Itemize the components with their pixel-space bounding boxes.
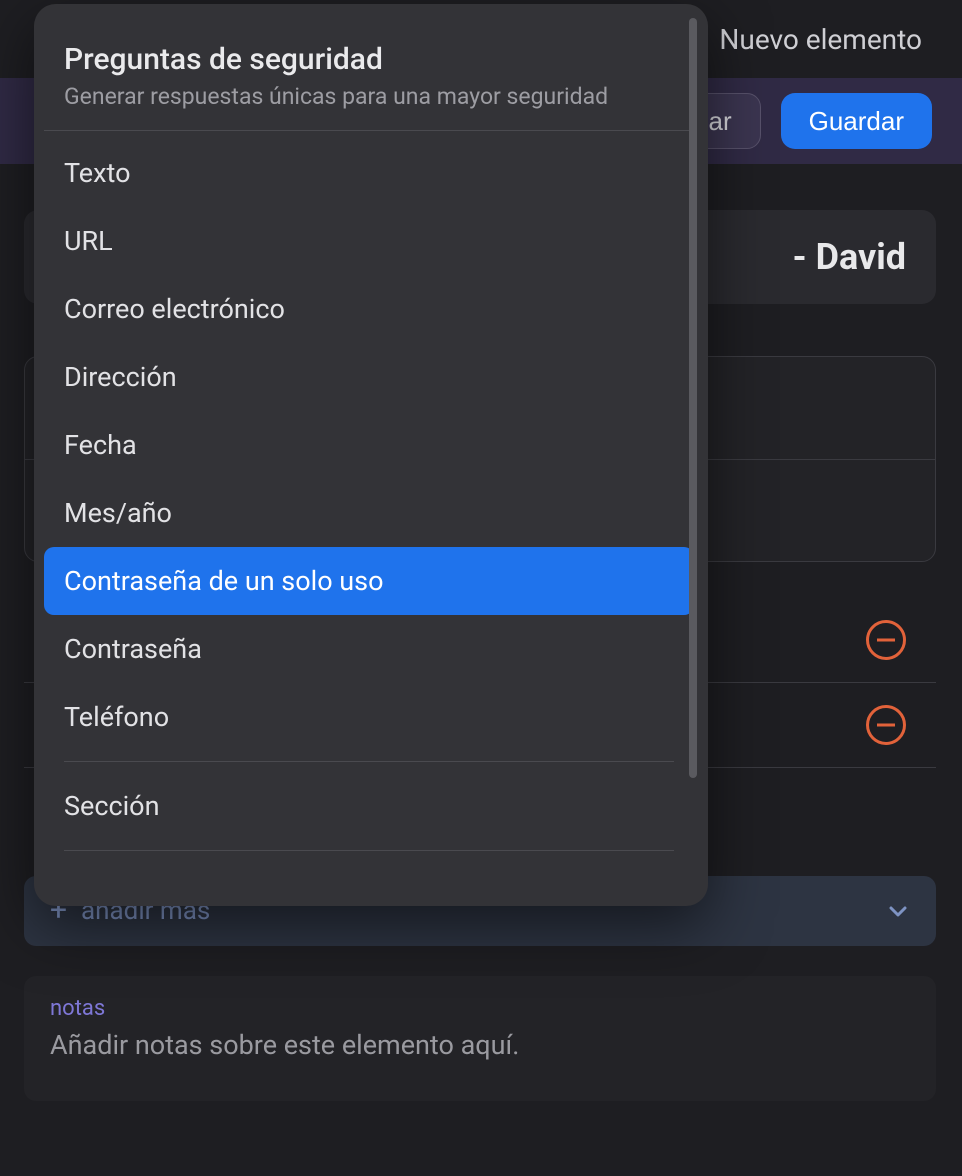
field-type-popover: Preguntas de seguridad Generar respuesta… (34, 4, 708, 906)
field-type-option-address[interactable]: Dirección (44, 343, 694, 411)
field-type-option-password[interactable]: Contraseña (44, 615, 694, 683)
popover-heading[interactable]: Preguntas de seguridad Generar respuesta… (44, 42, 694, 131)
divider (64, 761, 674, 762)
remove-icon[interactable] (866, 705, 906, 745)
popover-heading-subtitle: Generar respuestas únicas para una mayor… (64, 83, 674, 110)
notes-field[interactable]: notas Añadir notas sobre este elemento a… (24, 976, 936, 1101)
divider (64, 850, 674, 851)
notes-placeholder: Añadir notas sobre este elemento aquí. (50, 1029, 910, 1061)
window-title: Nuevo elemento (719, 23, 922, 56)
field-type-option-text[interactable]: Texto (44, 139, 694, 207)
item-title-text: - David (792, 236, 906, 278)
field-type-option-section[interactable]: Sección (44, 772, 694, 840)
cancel-button-label: ar (708, 106, 731, 137)
field-type-option-email[interactable]: Correo electrónico (44, 275, 694, 343)
save-button[interactable]: Guardar (781, 93, 932, 149)
field-type-option-one-time-password[interactable]: Contraseña de un solo uso (44, 547, 694, 615)
field-type-option-month-year[interactable]: Mes/año (44, 479, 694, 547)
notes-label: notas (50, 996, 910, 1021)
chevron-down-icon (886, 899, 910, 923)
field-type-option-date[interactable]: Fecha (44, 411, 694, 479)
popover-heading-title: Preguntas de seguridad (64, 42, 674, 77)
field-type-option-phone[interactable]: Teléfono (44, 683, 694, 751)
scrollbar[interactable] (689, 18, 697, 778)
field-type-option-url[interactable]: URL (44, 207, 694, 275)
remove-icon[interactable] (866, 620, 906, 660)
save-button-label: Guardar (809, 106, 904, 137)
